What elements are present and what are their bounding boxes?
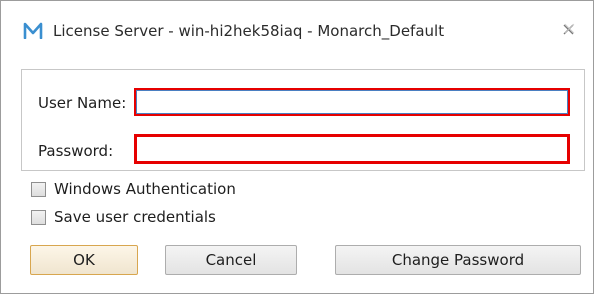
credentials-group: User Name: Password: (21, 69, 585, 171)
close-icon[interactable] (556, 18, 582, 42)
save-credentials-option[interactable]: Save user credentials (31, 207, 216, 227)
windows-authentication-checkbox[interactable] (31, 181, 46, 197)
save-credentials-label: Save user credentials (54, 208, 216, 226)
windows-authentication-option[interactable]: Windows Authentication (31, 179, 236, 199)
ok-button[interactable]: OK (30, 245, 138, 275)
password-label: Password: (38, 142, 114, 160)
user-name-label: User Name: (38, 94, 127, 112)
save-credentials-checkbox[interactable] (31, 209, 46, 225)
title-bar: License Server - win-hi2hek58iaq - Monar… (1, 1, 593, 59)
user-name-input[interactable] (134, 88, 570, 116)
change-password-button[interactable]: Change Password (335, 245, 581, 275)
password-input[interactable] (134, 134, 570, 164)
dialog-body: User Name: Password: Windows Authenticat… (1, 59, 593, 293)
windows-authentication-label: Windows Authentication (54, 180, 236, 198)
monarch-logo-icon (23, 22, 43, 39)
cancel-button[interactable]: Cancel (165, 245, 297, 275)
license-server-dialog: License Server - win-hi2hek58iaq - Monar… (0, 0, 594, 294)
window-title: License Server - win-hi2hek58iaq - Monar… (53, 22, 445, 40)
close-button[interactable] (556, 18, 582, 42)
